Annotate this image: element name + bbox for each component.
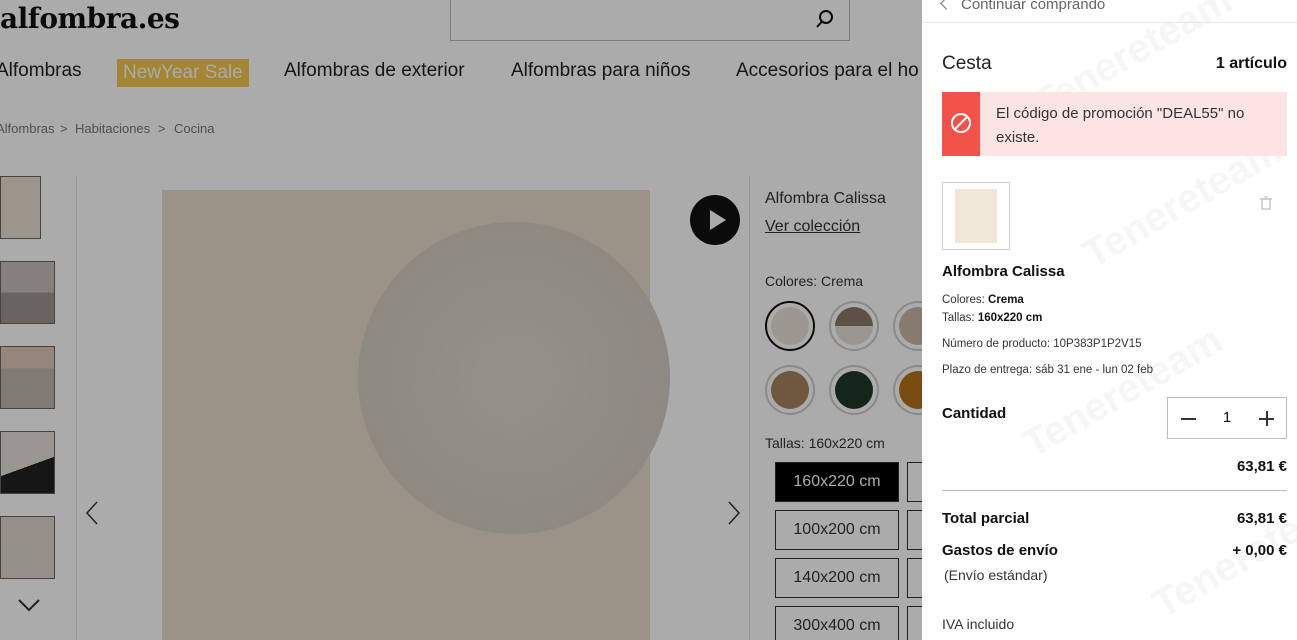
shipping-value: + 0,00 €: [1232, 542, 1287, 559]
shipping-method-note: (Envío estándar): [944, 567, 1048, 583]
quantity-value[interactable]: 1: [1208, 409, 1246, 426]
cart-drawer: Tenereteam Tenereteam Tenereteam Teneret…: [922, 0, 1297, 640]
chevron-left-icon: [940, 0, 953, 10]
prohibited-icon: [951, 113, 971, 133]
error-icon-container: [942, 92, 980, 156]
promo-error-message: El código de promoción "DEAL55" no exist…: [996, 105, 1245, 146]
quantity-label: Cantidad: [942, 405, 1007, 422]
cart-item-size: Tallas: 160x220 cm: [942, 312, 1043, 324]
modal-backdrop[interactable]: [0, 0, 922, 640]
decrease-quantity-button[interactable]: [1168, 398, 1208, 438]
shipping-label: Gastos de envío: [942, 542, 1058, 559]
continue-shopping-link[interactable]: Continuar comprando: [940, 0, 1106, 13]
cart-item-price: 63,81 €: [1236, 458, 1287, 475]
cart-item-count: 1 artículo: [1215, 55, 1287, 72]
cart-item-sku: Número de producto: 10P383P1P2V15: [942, 338, 1142, 350]
divider: [922, 22, 1297, 23]
subtotal-value: 63,81 €: [1236, 510, 1287, 527]
trash-icon[interactable]: [1259, 196, 1273, 210]
divider: [942, 490, 1287, 491]
continue-shopping-label: Continuar comprando: [961, 0, 1106, 13]
cart-item-name[interactable]: Alfombra Calissa: [942, 263, 1065, 280]
cart-item-color: Colores: Crema: [942, 294, 1024, 306]
cart-item-delivery: Plazo de entrega: sáb 31 ene - lun 02 fe…: [942, 364, 1154, 376]
subtotal-label: Total parcial: [942, 510, 1030, 527]
promo-error-alert: El código de promoción "DEAL55" no exist…: [942, 92, 1287, 156]
cart-title: Cesta: [942, 53, 992, 74]
cart-item-thumbnail[interactable]: [942, 182, 1010, 250]
increase-quantity-button[interactable]: [1246, 398, 1286, 438]
vat-note: IVA incluido: [942, 616, 1015, 632]
quantity-stepper[interactable]: 1: [1167, 397, 1287, 439]
